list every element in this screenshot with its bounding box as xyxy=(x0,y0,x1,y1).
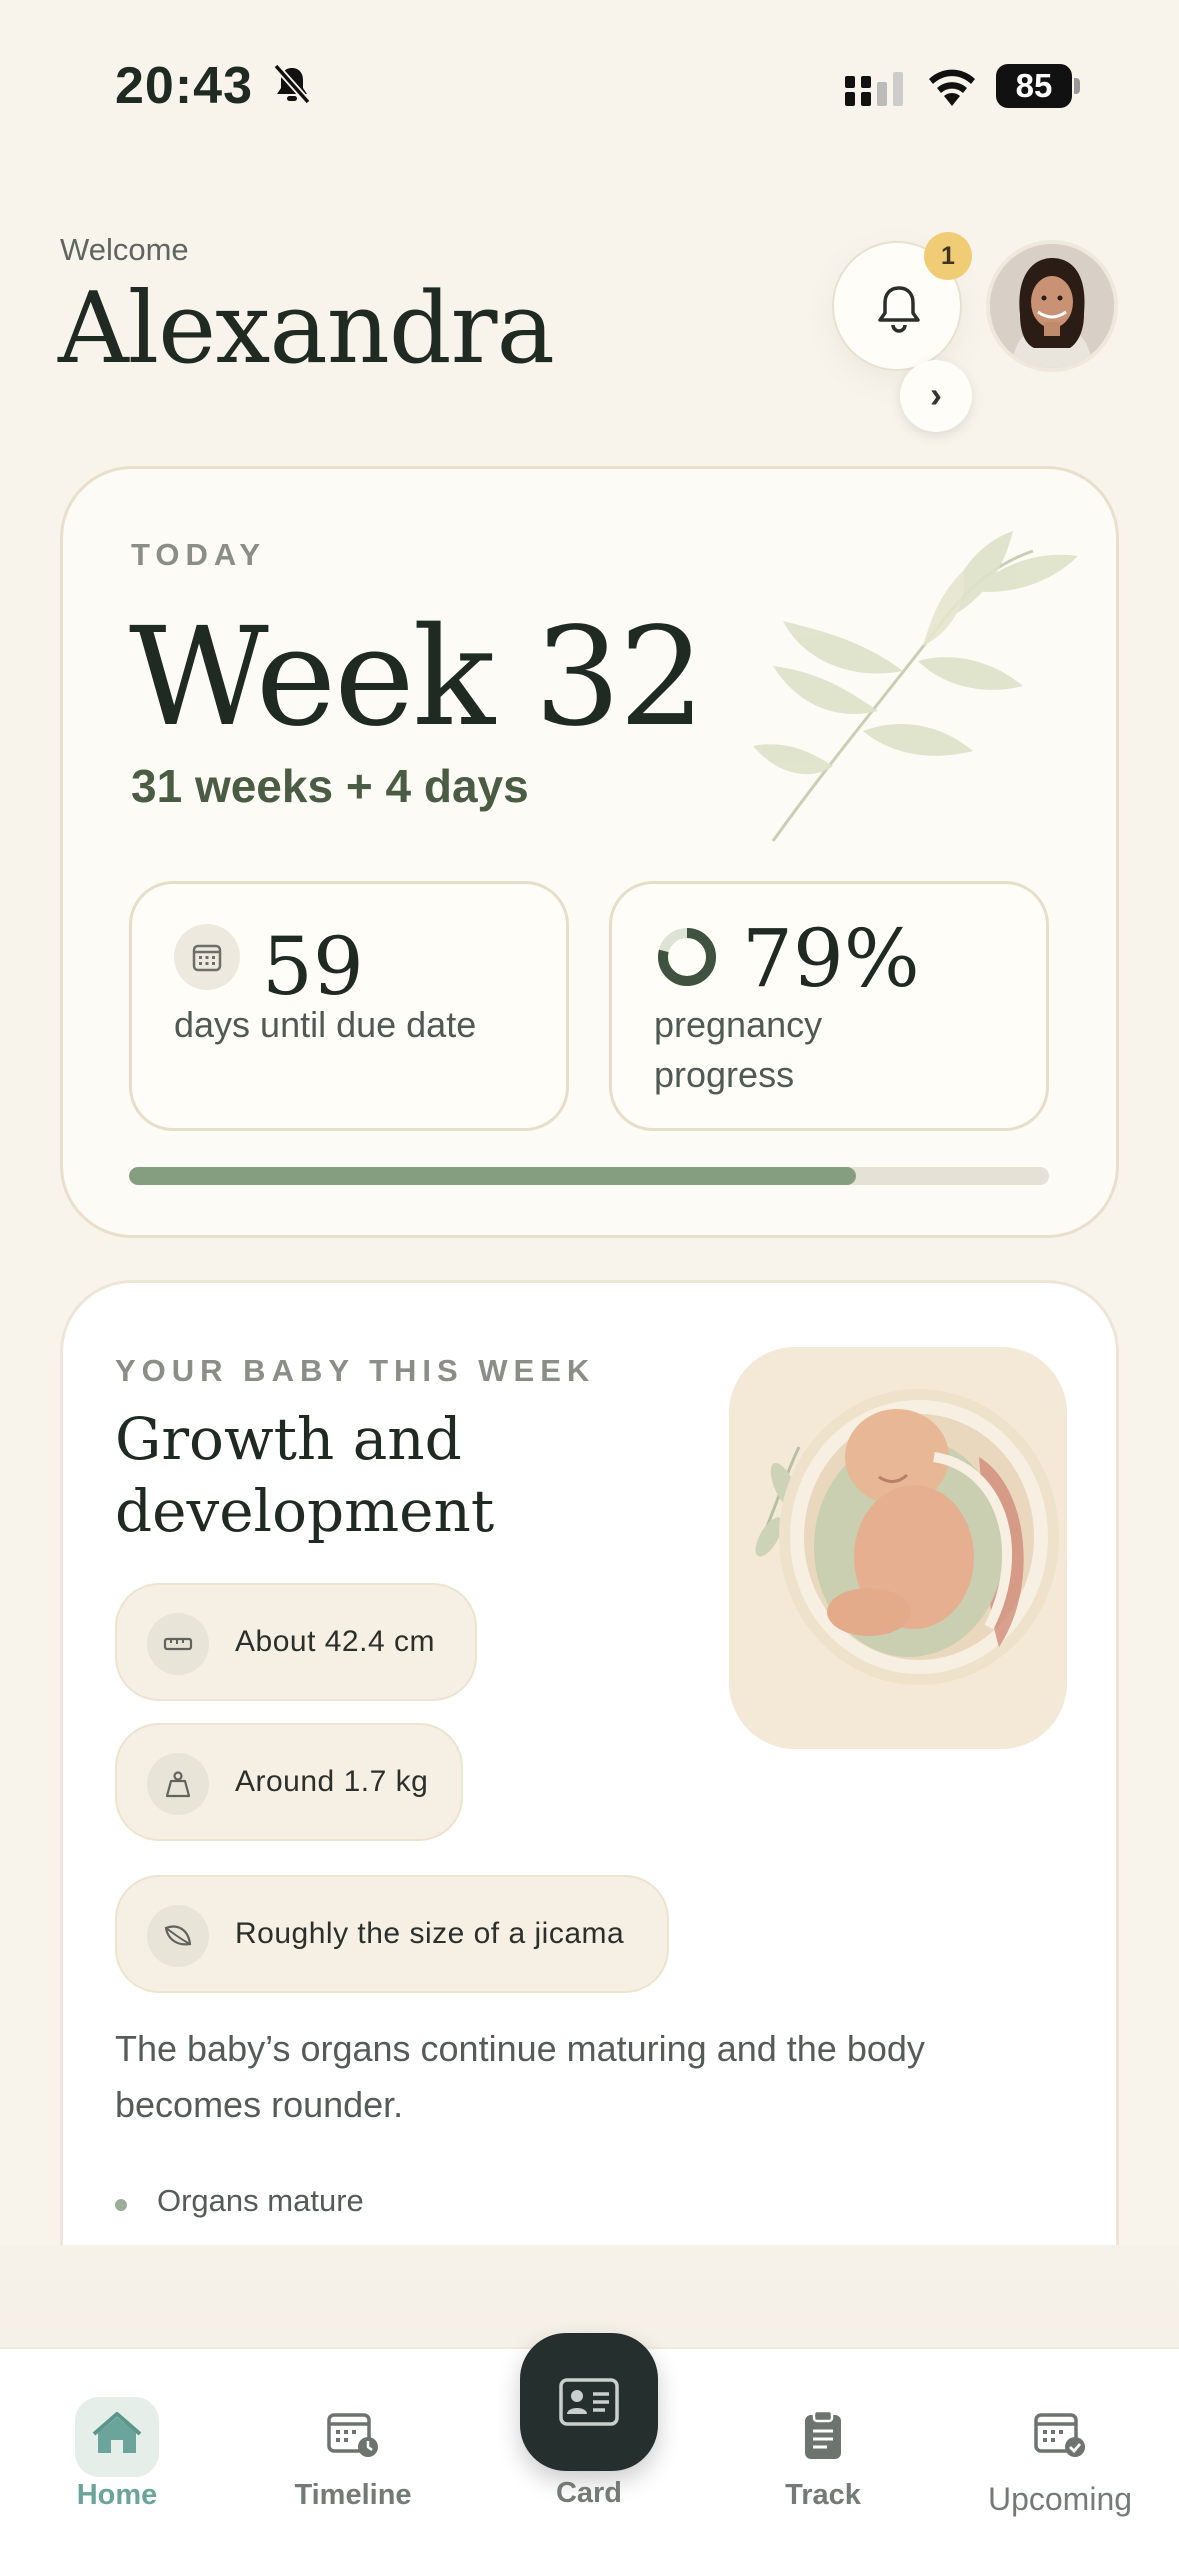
battery-icon: 85 xyxy=(996,64,1080,108)
weight-text: Around 1.7 kg xyxy=(235,1765,429,1798)
notification-badge: 1 xyxy=(924,232,972,280)
avatar[interactable] xyxy=(986,240,1118,372)
development-description: The baby’s organs continue maturing and … xyxy=(115,2028,925,2125)
status-time: 20:43 xyxy=(115,57,253,115)
chip-icon-circle xyxy=(147,1613,209,1675)
growth-title: Growth and development xyxy=(115,1405,495,1545)
tab-track[interactable]: Track xyxy=(738,2397,908,2517)
tab-timeline-label: Timeline xyxy=(294,2479,412,2511)
clipboard-icon xyxy=(805,2409,841,2459)
weight-chip: Around 1.7 kg xyxy=(115,1723,463,1841)
calendar-clock-icon xyxy=(327,2413,378,2457)
pregnancy-progress-bar xyxy=(129,1167,1049,1185)
chip-icon-circle xyxy=(147,1905,209,1967)
length-chip: About 42.4 cm xyxy=(115,1583,477,1701)
wifi-icon xyxy=(929,69,975,106)
baby-this-week-card[interactable]: YOUR BABY THIS WEEK Growth and developme… xyxy=(60,1280,1119,2280)
baby-illustration[interactable] xyxy=(729,1347,1067,1749)
bullet-text: Organs mature xyxy=(157,2183,364,2218)
status-bar: 20:43 85 xyxy=(0,0,1179,170)
pregnancy-progress-card: 79% pregnancy progress xyxy=(609,881,1049,1131)
welcome-label: Welcome xyxy=(60,232,189,267)
card-button[interactable] xyxy=(520,2333,658,2471)
length-text: About 42.4 cm xyxy=(235,1625,435,1658)
pregnancy-progress-label: pregnancy progress xyxy=(654,1004,823,1095)
size-comparison-chip: Roughly the size of a jicama xyxy=(115,1875,669,1993)
pregnancy-progress-fill xyxy=(129,1167,856,1185)
baby-section-eyebrow: YOUR BABY THIS WEEK xyxy=(115,1353,596,1388)
tab-home[interactable]: Home xyxy=(32,2397,202,2517)
id-card-icon xyxy=(559,2378,619,2426)
tab-track-label: Track xyxy=(785,2479,861,2511)
size-comparison-text: Roughly the size of a jicama xyxy=(235,1917,625,1950)
leaf-branch-illustration xyxy=(753,531,1078,842)
tab-home-label: Home xyxy=(76,2479,158,2511)
week-subtitle: 31 weeks + 4 days xyxy=(131,760,529,812)
calendar-check-icon xyxy=(1034,2413,1085,2457)
baby-image-next-button[interactable]: › xyxy=(900,360,972,432)
battery-level: 85 xyxy=(996,64,1072,108)
calendar-icon xyxy=(192,944,222,972)
week-title: Week 32 xyxy=(129,599,705,757)
leaf-icon xyxy=(164,1925,192,1946)
avatar-photo xyxy=(990,244,1114,368)
tab-timeline[interactable]: Timeline xyxy=(268,2397,438,2517)
bell-icon xyxy=(878,286,920,333)
tab-upcoming-label: Upcoming xyxy=(987,2481,1133,2517)
user-name: Alexandra xyxy=(58,272,555,386)
calendar-icon-circle xyxy=(174,924,240,990)
pregnancy-progress-value: 79% xyxy=(742,912,920,1005)
home-icon xyxy=(92,2412,142,2453)
week-card[interactable]: TODAY Week 32 31 weeks + 4 days 59 days … xyxy=(60,466,1119,1238)
ruler-icon xyxy=(163,1637,193,1651)
scroll-fade xyxy=(0,2245,1179,2347)
progress-ring-icon xyxy=(658,928,716,986)
days-until-due-label: days until due date xyxy=(174,1004,477,1045)
fetus-image xyxy=(729,1347,1067,1749)
tab-upcoming[interactable]: Upcoming xyxy=(975,2397,1145,2517)
weight-icon xyxy=(165,1771,191,1798)
today-label: TODAY xyxy=(131,537,267,572)
chip-icon-circle xyxy=(147,1753,209,1815)
bullet-dot xyxy=(115,2199,127,2211)
tab-card-label[interactable]: Card xyxy=(520,2477,658,2510)
bell-off-icon xyxy=(273,63,311,105)
days-until-due-card: 59 days until due date xyxy=(129,881,569,1131)
cellular-signal-icon xyxy=(845,72,903,106)
